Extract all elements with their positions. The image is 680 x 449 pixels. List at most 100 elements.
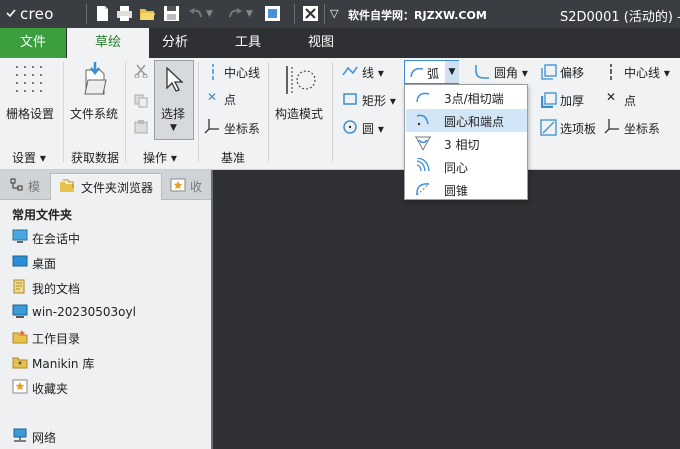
creo-logo-icon bbox=[6, 9, 16, 18]
coordsys-icon-2 bbox=[604, 119, 619, 134]
group-operations[interactable]: 操作 ▾ bbox=[143, 149, 177, 166]
concentric-arc-icon bbox=[416, 158, 430, 172]
construction-mode-button[interactable]: 构造模式 bbox=[275, 105, 323, 122]
computer-icon bbox=[12, 304, 28, 318]
quick-access-dropdown-icon[interactable]: ▽ bbox=[330, 7, 347, 24]
offset-icon bbox=[541, 64, 557, 80]
close-window-icon[interactable] bbox=[302, 5, 319, 22]
menu-item-3point-arc[interactable]: 3点/相切端 bbox=[406, 86, 527, 109]
redo-dropdown-icon[interactable]: ▼ bbox=[246, 9, 263, 26]
creo-window: creo ▼ ▼ ▽ 软件自学网：RJZXW.COM S2D0001 (活动的)… bbox=[0, 0, 680, 449]
fillet-button[interactable]: 圆角 ▾ bbox=[494, 64, 528, 81]
model-tree-icon bbox=[10, 178, 23, 191]
menu-item-3tangent-arc[interactable]: 3 相切 bbox=[406, 132, 527, 155]
tab-sketch[interactable]: 草绘 bbox=[67, 28, 149, 58]
favorites-tab-icon bbox=[170, 178, 186, 192]
point-x-icon-2: ✕ bbox=[606, 90, 617, 104]
3point-arc-icon bbox=[416, 92, 430, 103]
construction-mode-icon bbox=[286, 66, 316, 94]
offset-button[interactable]: 偏移 bbox=[560, 64, 584, 81]
window-title: S2D0001 (活动的) - bbox=[560, 10, 680, 25]
tab-model-tree[interactable]: 模 bbox=[2, 173, 48, 200]
cursor-arrow-icon bbox=[166, 67, 184, 92]
coordsys-button[interactable]: 坐标系 bbox=[224, 120, 260, 137]
new-file-icon[interactable] bbox=[94, 5, 111, 22]
thicken-button[interactable]: 加厚 bbox=[560, 92, 584, 109]
thicken-icon bbox=[541, 92, 557, 108]
arc-dropdown-menu: 3点/相切端 圆心和端点 3 相切 同心 圆锥 bbox=[404, 84, 528, 200]
menu-item-center-end-arc[interactable]: 圆心和端点 bbox=[406, 109, 527, 132]
arc-button[interactable]: 弧 ▼ bbox=[404, 60, 459, 84]
conic-arc-icon bbox=[416, 183, 430, 196]
folder-favorites[interactable]: 收藏夹 bbox=[12, 377, 202, 397]
line-button[interactable]: 线 ▾ bbox=[362, 64, 384, 81]
centerline-button[interactable]: 中心线 bbox=[224, 64, 260, 81]
file-system-button[interactable]: 文件系统 bbox=[70, 105, 118, 122]
menu-item-concentric-arc[interactable]: 同心 bbox=[406, 155, 527, 178]
monitor-icon bbox=[12, 229, 28, 243]
line-icon bbox=[342, 66, 358, 76]
title-bar: creo ▼ ▼ ▽ 软件自学网：RJZXW.COM S2D0001 (活动的)… bbox=[0, 0, 680, 28]
folder-in-session[interactable]: 在会话中 bbox=[12, 227, 202, 247]
common-folders-heading: 常用文件夹 bbox=[12, 208, 73, 222]
center-end-arc-icon bbox=[416, 114, 429, 126]
point-button[interactable]: 点 bbox=[224, 91, 236, 108]
circle-icon bbox=[343, 120, 357, 134]
tab-file[interactable]: 文件 bbox=[0, 28, 66, 58]
folder-browser-icon bbox=[60, 179, 74, 192]
copy-icon[interactable] bbox=[134, 94, 148, 108]
circle-button[interactable]: 圆 ▾ bbox=[362, 120, 384, 137]
tab-analysis[interactable]: 分析 bbox=[150, 28, 200, 58]
point-button-2[interactable]: 点 bbox=[624, 92, 636, 109]
print-icon[interactable] bbox=[116, 5, 133, 22]
open-folder-icon[interactable] bbox=[139, 5, 156, 22]
tab-favorites[interactable]: 收 bbox=[166, 173, 210, 200]
paste-icon[interactable] bbox=[134, 120, 148, 134]
network-icon bbox=[13, 428, 27, 442]
folder-working-directory[interactable]: 工作目录 bbox=[12, 327, 202, 347]
palette-button[interactable]: 选项板 bbox=[560, 120, 596, 137]
menu-item-conic-arc[interactable]: 圆锥 bbox=[406, 178, 527, 201]
folder-desktop[interactable]: 桌面 bbox=[12, 252, 202, 272]
cut-icon[interactable] bbox=[134, 64, 148, 78]
favorites-icon bbox=[12, 379, 28, 394]
redo-icon[interactable] bbox=[226, 5, 243, 22]
coordsys-button-2[interactable]: 坐标系 bbox=[624, 120, 660, 137]
undo-icon[interactable] bbox=[188, 5, 205, 22]
group-get-data: 获取数据 bbox=[71, 151, 120, 165]
tab-view[interactable]: 视图 bbox=[296, 28, 346, 58]
tab-tools[interactable]: 工具 bbox=[223, 28, 273, 58]
graphics-canvas[interactable] bbox=[213, 170, 680, 449]
arc-dropdown-icon[interactable]: ▼ bbox=[445, 61, 459, 83]
working-dir-icon bbox=[12, 330, 28, 344]
arc-icon bbox=[410, 67, 424, 78]
select-label: 选择 bbox=[161, 107, 186, 121]
folder-my-documents[interactable]: 我的文档 bbox=[12, 277, 202, 297]
3tangent-arc-icon bbox=[415, 136, 431, 151]
documents-icon bbox=[13, 279, 25, 294]
centerline-icon bbox=[212, 64, 214, 80]
group-settings[interactable]: 设置 ▾ bbox=[12, 149, 46, 166]
regenerate-icon[interactable] bbox=[264, 5, 281, 22]
grid-settings-button[interactable]: 栅格设置 bbox=[6, 105, 54, 122]
folder-browser-panel: 常用文件夹 在会话中 桌面 我的文档 win-20230503oyl 工作目录 … bbox=[0, 200, 211, 449]
site-watermark: 软件自学网：RJZXW.COM bbox=[348, 9, 487, 22]
rectangle-button[interactable]: 矩形 ▾ bbox=[362, 92, 396, 109]
app-logo: creo bbox=[20, 5, 54, 23]
save-icon[interactable] bbox=[163, 5, 180, 22]
point-x-icon: ✕ bbox=[207, 90, 218, 104]
desktop-icon bbox=[12, 255, 28, 267]
tab-folder-browser[interactable]: 文件夹浏览器 bbox=[50, 173, 162, 200]
folder-manikin-library[interactable]: Manikin 库 bbox=[12, 352, 202, 372]
navigator-tabs: 模 文件夹浏览器 收 bbox=[0, 170, 213, 200]
manikin-library-icon bbox=[12, 357, 28, 369]
folder-network[interactable]: 网络 bbox=[12, 426, 202, 446]
undo-dropdown-icon[interactable]: ▼ bbox=[206, 9, 223, 26]
select-dropdown-icon: ▼ bbox=[170, 123, 177, 133]
coordsys-icon bbox=[204, 119, 219, 134]
folder-computer[interactable]: win-20230503oyl bbox=[12, 302, 202, 322]
centerline-button-2[interactable]: 中心线 ▾ bbox=[624, 64, 670, 81]
ribbon-tab-bar: 文件 草绘 分析 工具 视图 bbox=[0, 28, 680, 58]
ribbon: 栅格设置 设置 ▾ 文件系统 获取数据 选择 ▼ 操作 ▾ 中心线 ✕ 点 坐标… bbox=[0, 58, 680, 170]
select-button[interactable]: 选择 ▼ bbox=[154, 60, 194, 140]
